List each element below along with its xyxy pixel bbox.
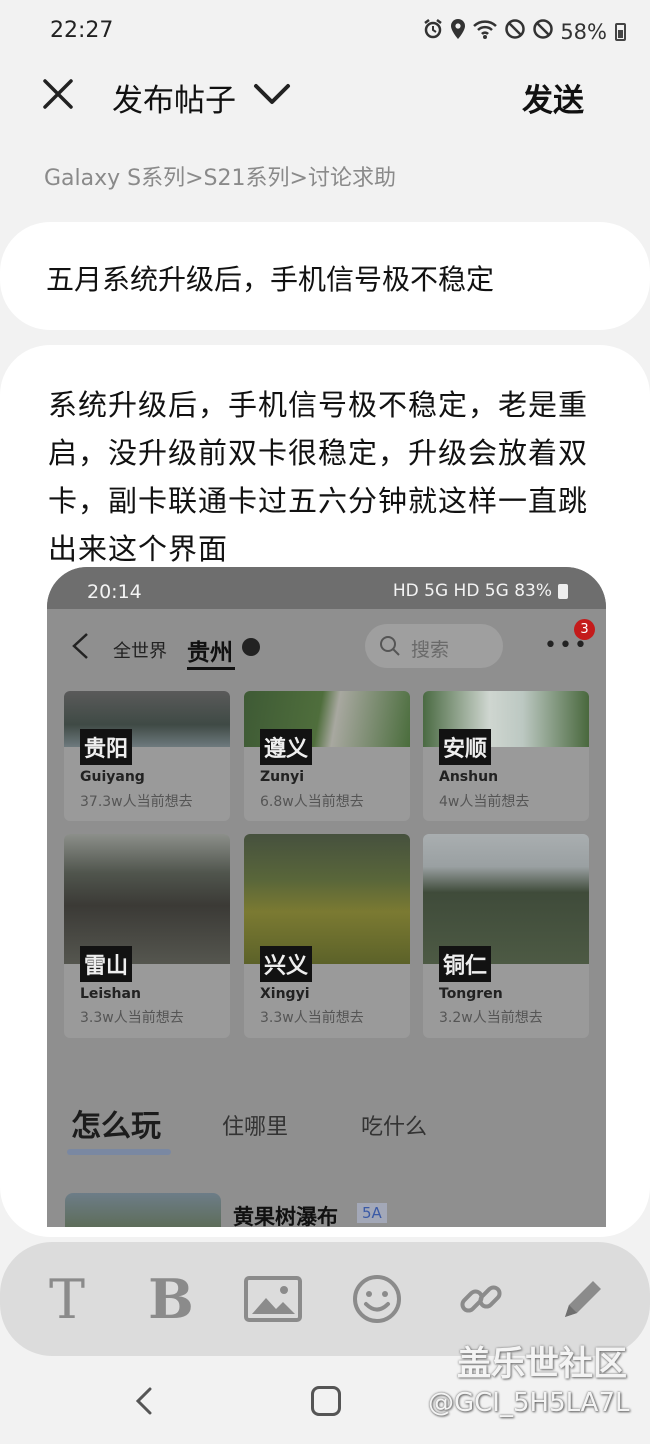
- spot-grade-badge: 5A: [357, 1203, 387, 1223]
- embedded-screenshot[interactable]: 20:14 HD 5G HD 5G 83% 全世界 贵州 搜索 ••• 3 贵阳…: [47, 567, 606, 1227]
- link-icon: [460, 1285, 502, 1313]
- subject-field[interactable]: 五月系统升级后，手机信号极不稳定: [0, 222, 650, 330]
- city-name: 贵阳: [80, 729, 133, 765]
- insert-link-button[interactable]: [454, 1270, 508, 1328]
- city-count: 3.2w人当前想去: [439, 1010, 543, 1026]
- close-icon: [43, 79, 73, 109]
- city-name: 铜仁: [439, 946, 492, 982]
- dnd-icon: [504, 18, 526, 45]
- city-pinyin: Tongren: [439, 986, 503, 1002]
- insert-image-button[interactable]: [244, 1270, 302, 1328]
- city-pinyin: Leishan: [80, 986, 141, 1002]
- city-count: 4w人当前想去: [439, 794, 530, 810]
- city-pinyin: Zunyi: [260, 769, 305, 785]
- watermark-logo: 盖乐世社区: [457, 1344, 627, 1384]
- page-title: 发布帖子: [112, 83, 236, 119]
- send-button[interactable]: 发送: [522, 75, 584, 120]
- city-count: 37.3w人当前想去: [80, 794, 193, 810]
- bold-button[interactable]: B: [146, 1267, 196, 1331]
- embedded-tab-world: 全世界: [113, 641, 167, 662]
- embedded-status-icons: HD 5G HD 5G 83%: [393, 581, 568, 601]
- embedded-battery-icon: [558, 583, 568, 599]
- image-icon: [244, 1276, 302, 1322]
- wifi-icon: [472, 18, 498, 45]
- embedded-badge: 3: [574, 619, 595, 640]
- block-icon: [532, 18, 554, 45]
- city-pinyin: Anshun: [439, 769, 499, 785]
- embedded-tab-stay: 住哪里: [222, 1115, 289, 1140]
- city-card: 贵阳 Guiyang 37.3w人当前想去: [64, 691, 230, 821]
- city-name: 兴义: [260, 946, 313, 982]
- alarm-icon: [422, 18, 444, 45]
- draw-button[interactable]: [556, 1270, 610, 1328]
- embedded-search-placeholder: 搜索: [411, 639, 450, 661]
- pen-icon: [565, 1281, 601, 1317]
- embedded-tab-underline-2: [67, 1149, 171, 1155]
- title-dropdown-button[interactable]: [252, 76, 292, 112]
- spot-image: [65, 1193, 221, 1227]
- embedded-status-bar: 20:14 HD 5G HD 5G 83%: [47, 567, 606, 609]
- city-name: 安顺: [439, 729, 492, 765]
- close-button[interactable]: [40, 76, 76, 112]
- embedded-tab-eat: 吃什么: [361, 1115, 428, 1140]
- embedded-dropdown-icon: [242, 638, 260, 656]
- embedded-search-icon: [380, 636, 400, 656]
- body-editor[interactable]: 系统升级后，手机信号极不稳定，老是重启，没升级前双卡很稳定，升级会放着双卡，副卡…: [0, 345, 650, 1237]
- embedded-section-tabs: 怎么玩 住哪里 吃什么: [47, 1087, 606, 1167]
- top-app-bar: 发布帖子 发送: [0, 64, 650, 126]
- status-icons: 58%: [422, 18, 626, 45]
- embedded-tab-underline: [187, 667, 235, 670]
- embedded-tab-region: 贵州: [187, 640, 233, 666]
- status-time: 22:27: [50, 18, 114, 43]
- embedded-nav: 全世界 贵州 搜索 ••• 3: [47, 609, 606, 683]
- battery-icon: [615, 22, 626, 41]
- city-name: 雷山: [80, 946, 133, 982]
- spot-name: 黄果树瀑布: [233, 1205, 338, 1227]
- watermark-handle: @GCI_5H5LA7L: [428, 1388, 630, 1418]
- status-bar: 22:27 58%: [0, 0, 650, 64]
- subject-text: 五月系统升级后，手机信号极不稳定: [46, 263, 495, 296]
- embedded-search: 搜索: [365, 624, 503, 668]
- embedded-tab-play: 怎么玩: [71, 1109, 161, 1144]
- city-count: 3.3w人当前想去: [260, 1010, 364, 1026]
- text-style-button[interactable]: T: [42, 1267, 92, 1331]
- city-card: 遵义 Zunyi 6.8w人当前想去: [244, 691, 410, 821]
- embedded-status-time: 20:14: [87, 581, 142, 603]
- city-card: 雷山 Leishan 3.3w人当前想去: [64, 834, 230, 1038]
- city-pinyin: Guiyang: [80, 769, 145, 785]
- city-count: 3.3w人当前想去: [80, 1010, 184, 1026]
- nav-back-icon[interactable]: [132, 1386, 156, 1416]
- city-name: 遵义: [260, 729, 313, 765]
- nav-home-icon[interactable]: [311, 1386, 341, 1416]
- city-card: 铜仁 Tongren 3.2w人当前想去: [423, 834, 589, 1038]
- city-image: [244, 834, 410, 964]
- bold-icon: B: [148, 1267, 194, 1331]
- chevron-down-icon: [254, 84, 290, 104]
- city-count: 6.8w人当前想去: [260, 794, 364, 810]
- text-icon: T: [48, 1267, 86, 1331]
- location-icon: [450, 18, 466, 45]
- battery-percent: 58%: [560, 19, 607, 44]
- emoji-icon: [353, 1275, 401, 1323]
- breadcrumb[interactable]: Galaxy S系列>S21系列>讨论求助: [44, 160, 396, 192]
- embedded-back-icon: [72, 633, 88, 659]
- embedded-status-text: HD 5G HD 5G 83%: [392, 581, 552, 601]
- city-card: 安顺 Anshun 4w人当前想去: [423, 691, 589, 821]
- emoji-button[interactable]: [350, 1270, 404, 1328]
- city-image: [64, 834, 230, 964]
- city-image: [423, 834, 589, 964]
- body-text: 系统升级后，手机信号极不稳定，老是重启，没升级前双卡很稳定，升级会放着双卡，副卡…: [48, 388, 589, 566]
- city-pinyin: Xingyi: [260, 986, 310, 1002]
- city-card: 兴义 Xingyi 3.3w人当前想去: [244, 834, 410, 1038]
